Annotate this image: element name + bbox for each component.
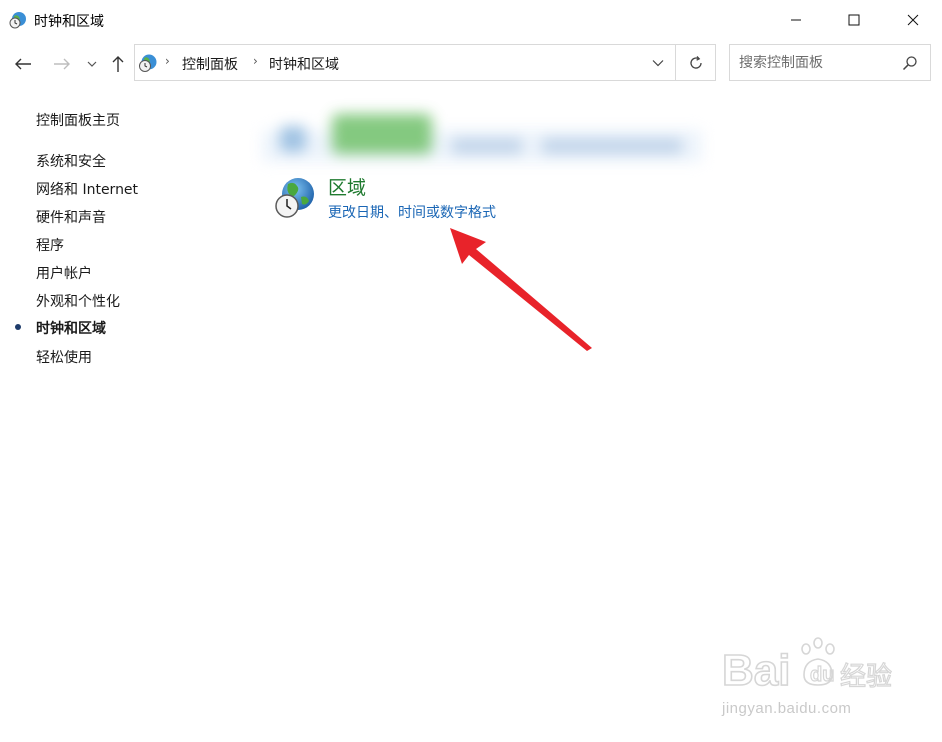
chevron-down-icon <box>87 61 97 67</box>
sidebar-item-ease-of-access[interactable]: 轻松使用 <box>36 347 92 367</box>
recent-locations-button[interactable] <box>84 53 100 75</box>
svg-text:经验: 经验 <box>840 662 892 692</box>
maximize-button[interactable] <box>825 0 883 40</box>
sidebar-item-appearance[interactable]: 外观和个性化 <box>36 291 120 311</box>
control-panel-icon <box>139 54 157 72</box>
globe-clock-icon[interactable] <box>272 175 318 221</box>
search-input[interactable] <box>731 46 899 79</box>
svg-text:Bai: Bai <box>722 646 790 695</box>
navigation-bar: › 控制面板 › 时钟和区域 <box>0 40 942 88</box>
minimize-button[interactable] <box>767 0 825 40</box>
search-box[interactable] <box>729 44 931 81</box>
breadcrumb-control-panel[interactable]: 控制面板 <box>182 54 238 74</box>
control-panel-icon <box>9 12 26 29</box>
search-icon[interactable] <box>902 55 918 71</box>
sidebar-item-home[interactable]: 控制面板主页 <box>36 110 120 130</box>
sidebar-item-user-accounts[interactable]: 用户帐户 <box>36 263 92 283</box>
minimize-icon <box>791 19 801 21</box>
blurred-content <box>262 114 702 162</box>
category-title-region[interactable]: 区域 <box>328 173 366 200</box>
refresh-button[interactable] <box>676 45 716 80</box>
address-bar[interactable]: › 控制面板 › 时钟和区域 <box>134 44 716 81</box>
refresh-icon <box>690 55 702 69</box>
maximize-icon <box>848 14 860 26</box>
sidebar-item-programs[interactable]: 程序 <box>36 235 64 255</box>
sidebar-item-system-security[interactable]: 系统和安全 <box>36 151 106 171</box>
sidebar-item-hardware-sound[interactable]: 硬件和声音 <box>36 207 106 227</box>
title-bar: 时钟和区域 <box>0 0 942 40</box>
active-bullet <box>15 324 21 330</box>
chevron-down-icon <box>652 59 664 66</box>
breadcrumb-clock-region[interactable]: 时钟和区域 <box>269 54 339 74</box>
breadcrumb-separator: › <box>253 54 258 68</box>
up-button[interactable] <box>106 53 130 75</box>
change-date-time-format-link[interactable]: 更改日期、时间或数字格式 <box>328 202 496 222</box>
arrow-left-icon <box>15 58 31 70</box>
close-icon <box>907 14 919 26</box>
arrow-up-icon <box>112 56 124 72</box>
forward-button[interactable] <box>49 53 75 75</box>
sidebar-item-network[interactable]: 网络和 Internet <box>36 179 138 199</box>
breadcrumb-separator: › <box>165 54 170 68</box>
address-dropdown-button[interactable] <box>640 45 676 80</box>
back-button[interactable] <box>10 53 36 75</box>
baidu-jingyan-watermark-logo: Bai du 经验 <box>722 637 892 696</box>
arrow-right-icon <box>54 58 70 70</box>
svg-text:du: du <box>810 664 834 686</box>
close-button[interactable] <box>884 0 942 40</box>
window-title: 时钟和区域 <box>34 14 104 30</box>
watermark-url: jingyan.baidu.com <box>722 700 852 717</box>
sidebar-item-clock-region[interactable]: 时钟和区域 <box>36 318 106 338</box>
annotation-arrow <box>450 228 592 351</box>
